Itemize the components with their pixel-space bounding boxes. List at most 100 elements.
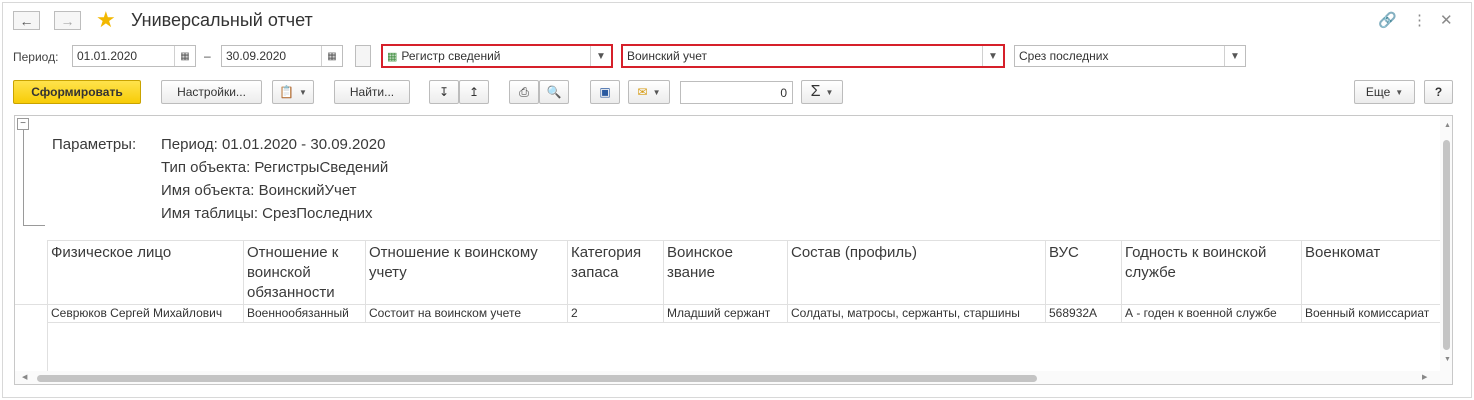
column-header: Отношение к воинской обязанности	[247, 243, 367, 303]
param-period: Период: 01.01.2020 - 30.09.2020	[161, 136, 386, 153]
grid-line	[663, 240, 664, 323]
scroll-down-icon[interactable]: ▼	[1444, 356, 1451, 363]
params-label: Параметры:	[52, 136, 137, 153]
group-bracket-end	[23, 225, 45, 226]
period-dash: –	[204, 49, 211, 63]
settings-button[interactable]: Настройки...	[161, 80, 262, 104]
table-cell[interactable]: Военный комиссариат	[1305, 306, 1438, 320]
column-header: Состав (профиль)	[791, 243, 1045, 263]
floppy-disk-icon: ▣	[599, 85, 611, 99]
clipboard-icon: 📋	[279, 85, 295, 99]
column-header-line: учету	[369, 264, 407, 281]
collapse-group-toggle[interactable]: −	[17, 118, 29, 130]
column-header-line: службе	[1125, 264, 1176, 281]
grid-line	[1301, 240, 1302, 323]
table-cell[interactable]: Севрюков Сергей Михайлович	[51, 306, 239, 320]
calendar-icon[interactable]: ▦	[174, 46, 195, 66]
period-label: Период:	[13, 50, 59, 64]
horizontal-scrollbar[interactable]: ◀ ▶	[15, 371, 1440, 384]
column-header-line: воинской	[247, 264, 311, 281]
chevron-down-icon: ▼	[652, 87, 661, 97]
chevron-down-icon: ▼	[299, 87, 307, 97]
scroll-up-icon[interactable]: ▲	[1444, 122, 1451, 129]
param-object-type: Тип объекта: РегистрыСведений	[161, 159, 389, 176]
expand-groups-button[interactable]: ↧	[429, 80, 459, 104]
collapse-groups-button[interactable]: ↥	[459, 80, 489, 104]
print-preview-icon: 🔍	[546, 85, 562, 99]
column-header: Годность к воинской службе	[1125, 243, 1301, 283]
arrow-right-icon: →	[60, 12, 75, 29]
table-name-select[interactable]: Срез последних ▼	[1014, 45, 1246, 67]
calendar-icon[interactable]: ▦	[321, 46, 342, 66]
grid-line	[47, 322, 1445, 323]
vertical-scrollbar[interactable]: ▲ ▼	[1440, 116, 1452, 384]
grid-line	[1121, 240, 1122, 323]
table-cell[interactable]: 568932А	[1049, 306, 1119, 320]
column-header-line: запаса	[571, 264, 619, 281]
grid-line	[787, 240, 788, 323]
forward-button[interactable]: →	[54, 11, 81, 30]
sum-mode-button[interactable]: Σ ▼	[801, 80, 843, 104]
scroll-right-icon[interactable]: ▶	[1422, 373, 1427, 381]
group-bracket	[23, 130, 24, 225]
column-header: ВУС	[1049, 243, 1121, 263]
table-cell[interactable]: Солдаты, матросы, сержанты, старшины	[791, 306, 1043, 320]
object-type-select[interactable]: ▦ Регистр сведений ▼	[381, 44, 613, 68]
sigma-icon: Σ	[810, 83, 821, 100]
table-cell[interactable]: Состоит на воинском учете	[369, 306, 565, 320]
table-name-value: Срез последних	[1019, 49, 1109, 63]
back-button[interactable]: ←	[13, 11, 40, 30]
collapse-icon: ↥	[468, 85, 480, 99]
vertical-scroll-thumb[interactable]	[1443, 140, 1450, 350]
table-cell[interactable]: 2	[571, 306, 661, 320]
find-button[interactable]: Найти...	[334, 80, 410, 104]
close-icon[interactable]: ✕	[1440, 11, 1453, 29]
more-button[interactable]: Еще ▼	[1354, 80, 1415, 104]
table-cell[interactable]: Младший сержант	[667, 306, 785, 320]
date-to-value: 30.09.2020	[226, 49, 287, 63]
param-object-name: Имя объекта: ВоинскийУчет	[161, 182, 357, 199]
sum-value-field[interactable]: 0	[680, 81, 793, 104]
envelope-icon: ✉	[637, 85, 648, 99]
grid-line	[567, 240, 568, 323]
chevron-down-icon[interactable]: ▼	[590, 46, 611, 66]
column-header-line: Годность к воинской	[1125, 244, 1267, 261]
date-from-value: 01.01.2020	[77, 49, 138, 63]
chevron-down-icon[interactable]: ▼	[982, 46, 1003, 66]
scroll-left-icon[interactable]: ◀	[22, 373, 27, 381]
chevron-down-icon[interactable]: ▼	[1224, 46, 1245, 66]
favorite-star-icon[interactable]: ★	[96, 8, 116, 32]
grid-line	[15, 304, 1445, 305]
period-select-button[interactable]	[355, 45, 371, 67]
more-vertical-icon[interactable]: ⋮	[1412, 11, 1427, 29]
save-button[interactable]: ▣	[590, 80, 620, 104]
grid-line	[1045, 240, 1046, 323]
param-table-name: Имя таблицы: СрезПоследних	[161, 205, 373, 222]
send-email-button[interactable]: ✉ ▼	[628, 80, 670, 104]
column-header: Отношение к воинскому учету	[369, 243, 567, 283]
date-to-field[interactable]: 30.09.2020 ▦	[221, 45, 343, 67]
table-cell[interactable]: Военнообязанный	[247, 306, 365, 320]
date-from-field[interactable]: 01.01.2020 ▦	[72, 45, 196, 67]
register-icon: ▦	[387, 50, 398, 63]
grid-line	[243, 240, 244, 323]
print-button[interactable]: ⎙	[509, 80, 539, 104]
column-header-line: Физическое лицо	[51, 244, 172, 261]
column-header-line: Отношение к	[247, 244, 339, 261]
chevron-down-icon: ▼	[825, 87, 834, 97]
table-cell[interactable]: А - годен к военной службе	[1125, 306, 1299, 320]
generate-button[interactable]: Сформировать	[13, 80, 141, 104]
column-header-line: Отношение к воинскому	[369, 244, 538, 261]
preview-button[interactable]: 🔍	[539, 80, 569, 104]
variants-button[interactable]: 📋 ▼	[272, 80, 314, 104]
help-button[interactable]: ?	[1424, 80, 1453, 104]
column-header: Военкомат	[1305, 243, 1440, 263]
column-header-line: Военкомат	[1305, 244, 1381, 261]
horizontal-scroll-thumb[interactable]	[37, 375, 1037, 382]
column-header: Воинское звание	[667, 243, 787, 283]
report-spreadsheet[interactable]: − Параметры: Период: 01.01.2020 - 30.09.…	[14, 115, 1453, 385]
column-header-line: ВУС	[1049, 244, 1079, 261]
object-name-select[interactable]: Воинский учет ▼	[621, 44, 1005, 68]
link-icon[interactable]: 🔗	[1378, 11, 1397, 29]
printer-icon: ⎙	[519, 84, 529, 99]
